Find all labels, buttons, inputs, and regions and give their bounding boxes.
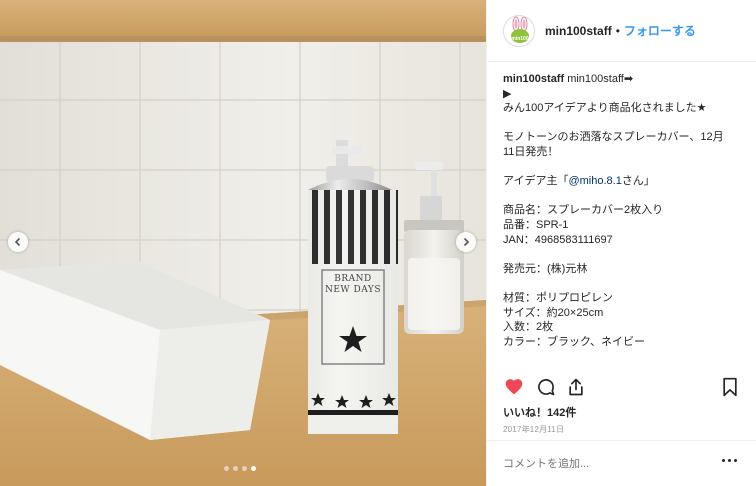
caption-line: 11日発売！	[503, 145, 559, 158]
label-line-1: BRAND	[334, 274, 372, 284]
previous-slide-button[interactable]	[8, 232, 28, 252]
caption-line	[503, 189, 747, 204]
caption-line	[503, 247, 747, 262]
more-dot-icon	[734, 459, 737, 462]
avatar-text: min100	[511, 35, 529, 42]
save-button[interactable]	[719, 376, 741, 398]
bookmark-icon	[723, 377, 737, 397]
separator: •	[615, 23, 620, 38]
mention-link[interactable]: @miho.8.1	[568, 175, 621, 187]
post-header: min100 min100staff • フォローする	[487, 0, 756, 62]
slide-indicator	[224, 466, 256, 471]
header-username[interactable]: min100staff	[545, 24, 612, 38]
caption: min100staff min100staff➡ ▶ みん100アイデアより商品…	[503, 72, 747, 368]
caption-line: カラー：ブラック、ネイビー	[503, 335, 646, 348]
share-button[interactable]	[565, 376, 587, 398]
rabbit-logo-icon	[511, 16, 529, 43]
caption-line: 材質：ポリプロピレン	[503, 291, 613, 304]
share-icon	[569, 378, 583, 396]
caption-line: 商品名：スプレーカバー2枚入り	[503, 204, 664, 217]
caption-line	[503, 160, 747, 175]
caption-line: ▶	[503, 87, 512, 100]
action-bar	[503, 376, 741, 398]
caption-line: min100staff min100staff➡	[503, 72, 747, 87]
caption-line: みん100アイデアより商品化されました★	[503, 102, 707, 115]
more-dot-icon	[722, 459, 725, 462]
caption-line	[503, 116, 747, 131]
caption-username[interactable]: min100staff	[503, 73, 564, 85]
chevron-left-icon	[14, 237, 21, 247]
slide-dot-active	[251, 466, 256, 471]
label-line-2: NEW DAYS	[324, 285, 381, 295]
caption-first-line: min100staff➡	[564, 73, 634, 85]
idea-prefix: アイデア主「	[503, 175, 569, 188]
chevron-right-icon	[463, 237, 470, 247]
follow-button[interactable]: フォローする	[624, 22, 696, 39]
post-photo[interactable]: BRAND NEW DAYS	[0, 0, 486, 486]
slide-dot	[224, 466, 229, 471]
idea-suffix: さん」	[621, 175, 655, 188]
caption-line: 発売元：(株)元林	[503, 262, 588, 275]
user-line: min100staff • フォローする	[545, 22, 696, 39]
caption-idea-line: アイデア主「@miho.8.1さん」	[503, 174, 747, 189]
slide-dot	[242, 466, 247, 471]
more-options-button[interactable]	[722, 459, 737, 462]
post-sidebar: min100 min100staff • フォローする min100staff …	[486, 0, 756, 486]
caption-line: 品番：SPR-1	[503, 218, 569, 231]
comment-button[interactable]	[535, 376, 557, 398]
comment-bar	[487, 440, 756, 486]
like-button[interactable]	[503, 376, 525, 398]
caption-line: モノトーンのお洒落なスプレーカバー、12月	[503, 131, 724, 144]
product-label: BRAND NEW DAYS	[322, 274, 384, 296]
comment-icon	[538, 379, 555, 396]
avatar[interactable]: min100	[503, 14, 535, 47]
caption-line: JAN：4968583111697	[503, 233, 613, 246]
likes-count[interactable]: いいね！142件	[503, 404, 576, 420]
caption-line: 入数：2枚	[503, 321, 554, 334]
caption-line	[503, 276, 747, 291]
heart-icon	[505, 379, 523, 395]
post-image	[0, 0, 486, 486]
post-date: 2017年12月11日	[503, 425, 565, 434]
slide-dot	[233, 466, 238, 471]
caption-line: サイズ：約20×25cm	[503, 306, 604, 319]
comment-input[interactable]	[503, 457, 703, 470]
more-dot-icon	[728, 459, 731, 462]
next-slide-button[interactable]	[456, 232, 476, 252]
